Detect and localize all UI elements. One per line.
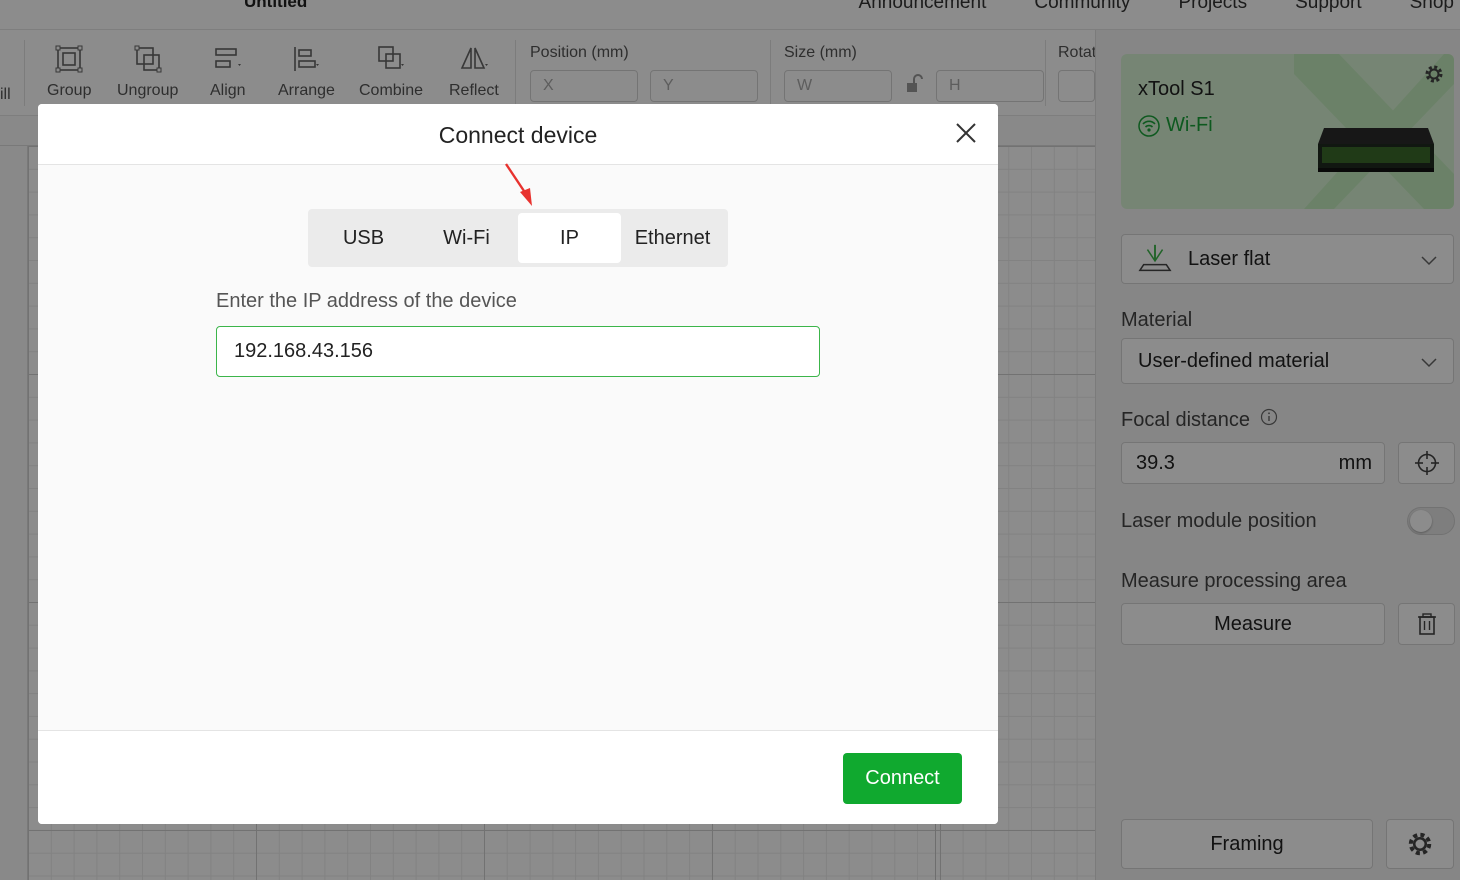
- tab-usb[interactable]: USB: [312, 213, 415, 263]
- connection-type-tabs: USB Wi-Fi IP Ethernet: [308, 209, 728, 267]
- tab-ethernet[interactable]: Ethernet: [621, 213, 724, 263]
- dialog-footer: Connect: [38, 730, 998, 824]
- dialog-header: Connect device: [38, 104, 998, 165]
- tab-wifi[interactable]: Wi-Fi: [415, 213, 518, 263]
- close-icon[interactable]: [952, 119, 980, 147]
- tab-ip[interactable]: IP: [518, 213, 621, 263]
- annotation-arrow-icon: [505, 163, 532, 206]
- connect-device-dialog: Connect device USB Wi-Fi IP Ethernet Ent…: [38, 104, 998, 824]
- ip-address-label: Enter the IP address of the device: [216, 290, 517, 312]
- dialog-title: Connect device: [438, 122, 598, 148]
- ip-address-input[interactable]: [216, 326, 820, 377]
- connect-button[interactable]: Connect: [843, 753, 962, 804]
